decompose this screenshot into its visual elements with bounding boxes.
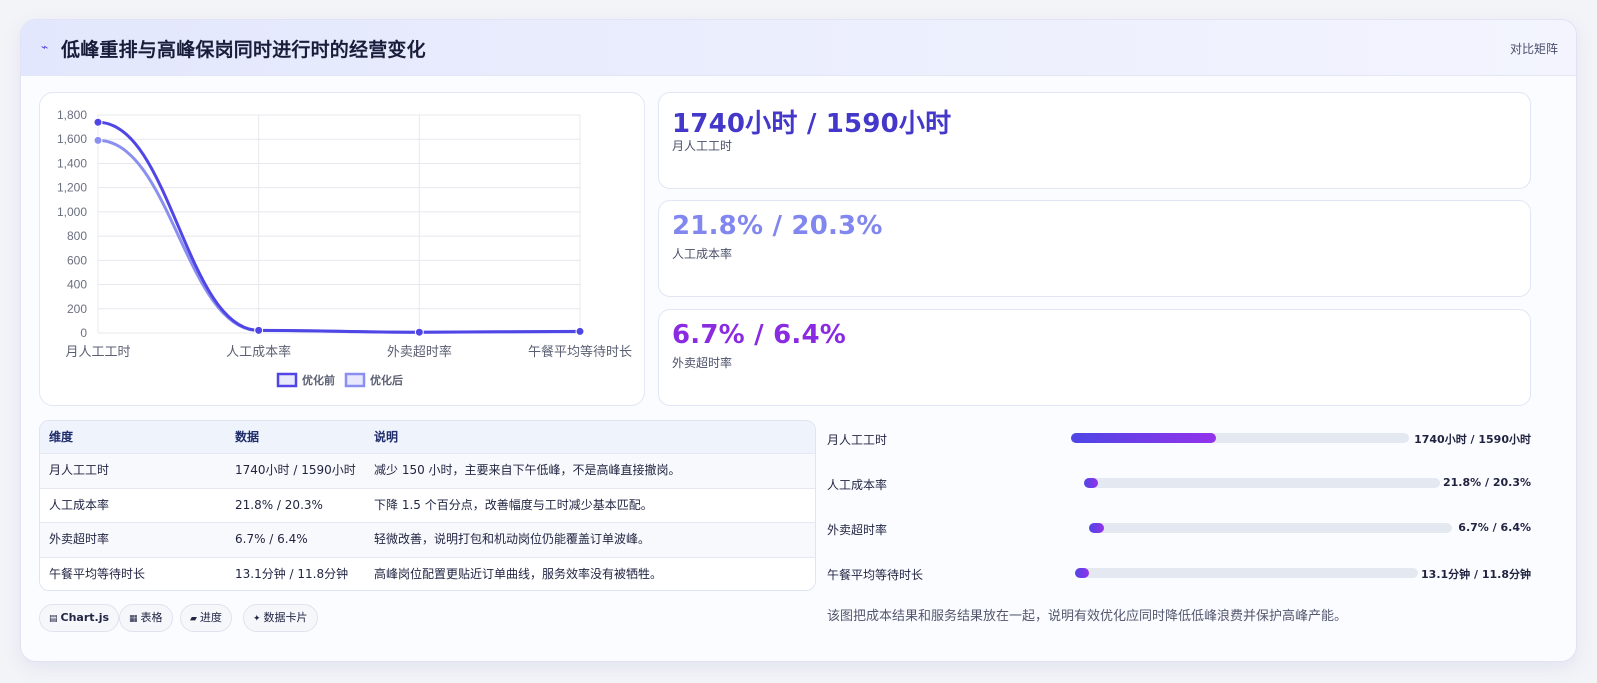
progress-row-lunch-wait: 午餐平均等待时长 13.1分钟 / 11.8分钟 — [827, 564, 1531, 584]
trend-icon: ⌁ — [41, 40, 49, 54]
table-cell: 轻微改善，说明打包和机动岗位仍能覆盖订单波峰。 — [374, 532, 651, 546]
table-cell: 月人工工时 — [49, 463, 110, 477]
data-point — [93, 135, 103, 145]
progress-fill — [1089, 523, 1104, 533]
data-point — [254, 325, 264, 335]
chart-note: 该图把成本结果和服务结果放在一起，说明有效优化应同时降低低峰浪费并保护高峰产能。 — [827, 609, 1348, 624]
tag-label: 表格 — [140, 611, 163, 624]
data-point — [414, 327, 424, 337]
table-header-cell: 数据 — [235, 430, 260, 444]
metric-card-labor-cost: 21.8% / 20.3% 人工成本率 — [658, 200, 1531, 297]
y-tick-label: 600 — [67, 253, 87, 267]
table-cell: 外卖超时率 — [49, 532, 110, 546]
table-cell: 21.8% / 20.3% — [235, 497, 323, 512]
progress-label: 午餐平均等待时长 — [827, 568, 924, 582]
progress-track — [1071, 433, 1409, 443]
chart-icon: ▤ — [49, 614, 58, 624]
y-tick-label: 1,400 — [57, 156, 87, 170]
progress-fill — [1075, 568, 1089, 578]
progress-label: 人工成本率 — [827, 478, 888, 492]
legend-label: 优化后 — [370, 373, 403, 387]
table-cell: 午餐平均等待时长 — [49, 566, 146, 581]
y-tick-label: 1,600 — [57, 132, 87, 146]
progress-value: 13.1分钟 / 11.8分钟 — [1421, 568, 1531, 581]
x-tick-label: 外卖超时率 — [387, 344, 452, 360]
progress-label: 外卖超时率 — [827, 523, 888, 537]
progress-value: 6.7% / 6.4% — [1458, 521, 1531, 534]
progress-icon: ▰ — [190, 614, 197, 624]
metric-label: 人工成本率 — [672, 247, 733, 261]
table-icon: ▦ — [129, 614, 138, 624]
progress-row-labor-cost: 人工成本率 21.8% / 20.3% — [827, 474, 1531, 494]
tag-table[interactable]: ▦ 表格 — [119, 604, 173, 632]
table-cell: 高峰岗位配置更贴近订单曲线，服务效率没有被牺牲。 — [374, 566, 663, 581]
metric-value: 21.8% / 20.3% — [672, 211, 883, 241]
progress-row-delivery-timeout: 外卖超时率 6.7% / 6.4% — [827, 519, 1531, 539]
metric-card-work-hours: 1740小时 / 1590小时 月人工工时 — [658, 92, 1531, 189]
progress-value: 1740小时 / 1590小时 — [1414, 433, 1531, 446]
progress-value: 21.8% / 20.3% — [1443, 476, 1531, 489]
tag-label: Chart.js — [60, 611, 110, 624]
progress-fill — [1084, 478, 1099, 488]
x-tick-label: 月人工工时 — [65, 345, 130, 360]
y-tick-label: 800 — [67, 229, 87, 243]
x-tick-label: 人工成本率 — [226, 344, 291, 360]
data-table: 维度 数据 说明 月人工工时 1740小时 / 1590小时 减少 150 小时… — [39, 420, 816, 591]
y-tick-label: 0 — [80, 326, 87, 340]
metric-label: 外卖超时率 — [672, 356, 733, 370]
progress-track — [1075, 568, 1418, 578]
legend-swatch — [344, 372, 366, 388]
table-cell: 13.1分钟 / 11.8分钟 — [235, 566, 349, 581]
y-tick-label: 1,200 — [57, 181, 87, 195]
metric-label: 月人工工时 — [672, 139, 733, 153]
panel-title: 低峰重排与高峰保岗同时进行时的经营变化 — [61, 39, 426, 61]
table-row: 外卖超时率 6.7% / 6.4% 轻微改善，说明打包和机动岗位仍能覆盖订单波峰… — [40, 523, 815, 558]
table-cell: 1740小时 / 1590小时 — [235, 463, 356, 477]
y-tick-label: 200 — [67, 302, 87, 316]
y-tick-label: 1,000 — [57, 205, 87, 219]
table-cell: 人工成本率 — [49, 497, 110, 512]
legend-label: 优化前 — [302, 373, 335, 387]
progress-track — [1089, 523, 1452, 533]
progress-fill — [1071, 433, 1217, 443]
data-point — [575, 326, 585, 336]
table-cell: 减少 150 小时，主要来自下午低峰，不是高峰直接撤岗。 — [374, 463, 681, 477]
table-header-cell: 维度 — [49, 430, 74, 444]
metric-value: 1740小时 / 1590小时 — [672, 109, 952, 139]
progress-label: 月人工工时 — [827, 433, 888, 447]
table-cell: 6.7% / 6.4% — [235, 532, 308, 546]
progress-row-work-hours: 月人工工时 1740小时 / 1590小时 — [827, 429, 1531, 449]
legend-swatch — [276, 372, 298, 388]
line-chart: 0 200 400 600 800 1,000 1,200 1,400 1,600 1,800 月人… — [57, 108, 632, 388]
table-row: 人工成本率 21.8% / 20.3% 下降 1.5 个百分点，改善幅度与工时减… — [40, 488, 815, 523]
tag-data-card[interactable]: ✦ 数据卡片 — [243, 604, 318, 632]
series-line-1 — [96, 120, 582, 334]
tag-progress[interactable]: ▰ 进度 — [180, 604, 232, 632]
panel-header: ⌁ 低峰重排与高峰保岗同时进行时的经营变化 对比矩阵 — [21, 20, 1576, 76]
metric-card-delivery-timeout: 6.7% / 6.4% 外卖超时率 — [658, 309, 1531, 406]
table-row: 月人工工时 1740小时 / 1590小时 减少 150 小时，主要来自下午低峰… — [40, 454, 815, 489]
table-row: 午餐平均等待时长 13.1分钟 / 11.8分钟 高峰岗位配置更贴近订单曲线，服… — [40, 557, 815, 590]
comparison-matrix-link[interactable]: 对比矩阵 — [1510, 40, 1558, 57]
table-header-row: 维度 数据 说明 — [40, 421, 815, 454]
y-tick-label: 400 — [67, 278, 87, 292]
tag-label: 进度 — [199, 611, 222, 624]
tag-label: 数据卡片 — [263, 611, 308, 624]
x-tick-label: 午餐平均等待时长 — [528, 344, 632, 360]
y-tick-label: 1,800 — [57, 108, 87, 122]
comparison-panel: ⌁ 低峰重排与高峰保岗同时进行时的经营变化 对比矩阵 0 200 400 600 800… — [20, 19, 1577, 662]
data-point — [93, 117, 103, 127]
line-chart-card: 0 200 400 600 800 1,000 1,200 1,400 1,600 1,800 月人… — [39, 92, 645, 406]
table-header-cell: 说明 — [374, 430, 399, 444]
metric-value: 6.7% / 6.4% — [672, 320, 847, 350]
progress-track — [1084, 478, 1440, 488]
sparkle-icon: ✦ — [253, 614, 261, 624]
table-cell: 下降 1.5 个百分点，改善幅度与工时减少基本匹配。 — [374, 497, 653, 512]
tag-chartjs[interactable]: ▤ Chart.js — [39, 604, 120, 632]
